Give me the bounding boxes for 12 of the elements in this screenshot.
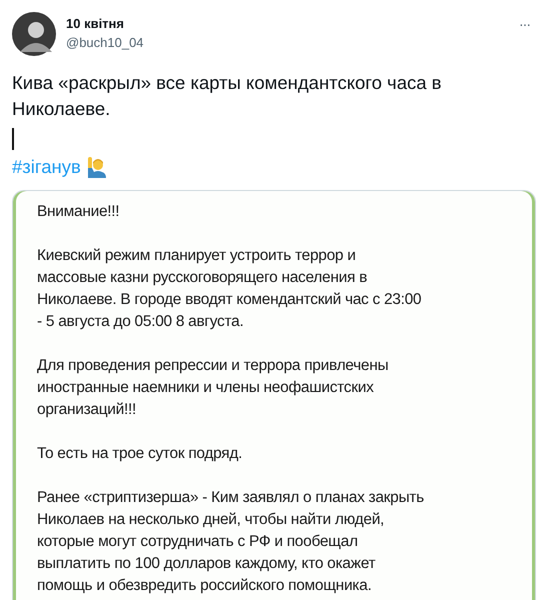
avatar[interactable] bbox=[12, 12, 56, 56]
message-paragraph: Киевский режим планирует устроить террор и массовые казни русскоговорящего населения в Николаеве. В городе вводят комендантский час с 23:00 - 5 августа до 05:00 8 августа. bbox=[37, 246, 422, 332]
more-button[interactable]: ··· bbox=[519, 16, 530, 32]
person-raising-hand-icon bbox=[86, 156, 107, 178]
user-handle[interactable]: @buch10_04 bbox=[66, 35, 509, 50]
message-paragraph: Для проведения репрессии и террора привлечены иностранные наемники и члены неофашистских организаций!!! bbox=[37, 356, 390, 420]
message-screenshot[interactable] bbox=[12, 190, 536, 600]
message-paragraph: Внимание!!! bbox=[37, 202, 120, 222]
message-paragraph: То есть на трое суток подряд. bbox=[37, 444, 244, 464]
message-paragraph: Ранее «стриптизерша» - Ким заявлял о планах закрыть Николаев на несколько дней, чтобы найти людей, которые могут сотрудничать с РФ и пообещал выплатить по 100 долларов каждому, кто окажет помощь и обезвредить российского помощника. bbox=[37, 488, 425, 596]
author-name[interactable]: 10 квітня bbox=[66, 16, 509, 31]
tweet-text: Кива «раскрыл» все карты комендантского часа в Николаеве. bbox=[12, 71, 442, 121]
